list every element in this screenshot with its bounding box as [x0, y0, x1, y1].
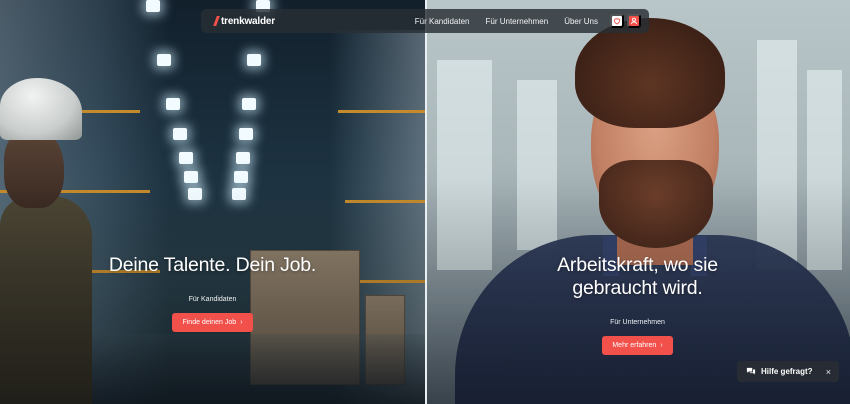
heart-icon [613, 18, 621, 25]
help-label: Hilfe gefragt? [761, 367, 813, 376]
logo-slash-mark [213, 16, 220, 26]
close-icon[interactable]: × [826, 367, 831, 377]
top-navbar: trenkwalder Für Kandidaten Für Unternehm… [201, 9, 649, 33]
account-button[interactable] [627, 14, 641, 28]
help-widget[interactable]: Hilfe gefragt? × [737, 361, 839, 382]
nav-link-kandidaten[interactable]: Für Kandidaten [415, 17, 470, 26]
nav-link-unternehmen[interactable]: Für Unternehmen [486, 17, 549, 26]
find-job-button-label: Finde deinen Job [182, 319, 237, 326]
image-overlay [0, 0, 425, 404]
nav-links: Für Kandidaten Für Unternehmen Über Uns [415, 17, 598, 26]
nav-link-ueber-uns[interactable]: Über Uns [564, 17, 598, 26]
candidates-eyebrow: Für Kandidaten [188, 296, 237, 303]
user-icon [630, 17, 638, 25]
learn-more-button-label: Mehr erfahren [612, 342, 657, 349]
candidates-copy: Deine Talente. Dein Job. Für Kandidaten … [0, 254, 425, 332]
logo-text: trenkwalder [221, 15, 275, 27]
chevron-right-icon: › [240, 319, 243, 326]
companies-headline: Arbeitskraft, wo sie gebraucht wird. [557, 254, 718, 299]
chat-icon [746, 367, 756, 375]
companies-eyebrow: Für Unternehmen [610, 319, 665, 326]
nav-icons [607, 14, 641, 28]
favorites-button[interactable] [610, 14, 624, 28]
chevron-right-icon: › [660, 342, 663, 349]
candidates-panel[interactable] [0, 0, 425, 404]
candidates-headline: Deine Talente. Dein Job. [108, 254, 317, 276]
learn-more-button[interactable]: Mehr erfahren › [602, 336, 673, 355]
brand-logo[interactable]: trenkwalder [213, 15, 275, 27]
find-job-button[interactable]: Finde deinen Job › [172, 313, 253, 332]
companies-copy: Arbeitskraft, wo sie gebraucht wird. Für… [425, 254, 850, 355]
